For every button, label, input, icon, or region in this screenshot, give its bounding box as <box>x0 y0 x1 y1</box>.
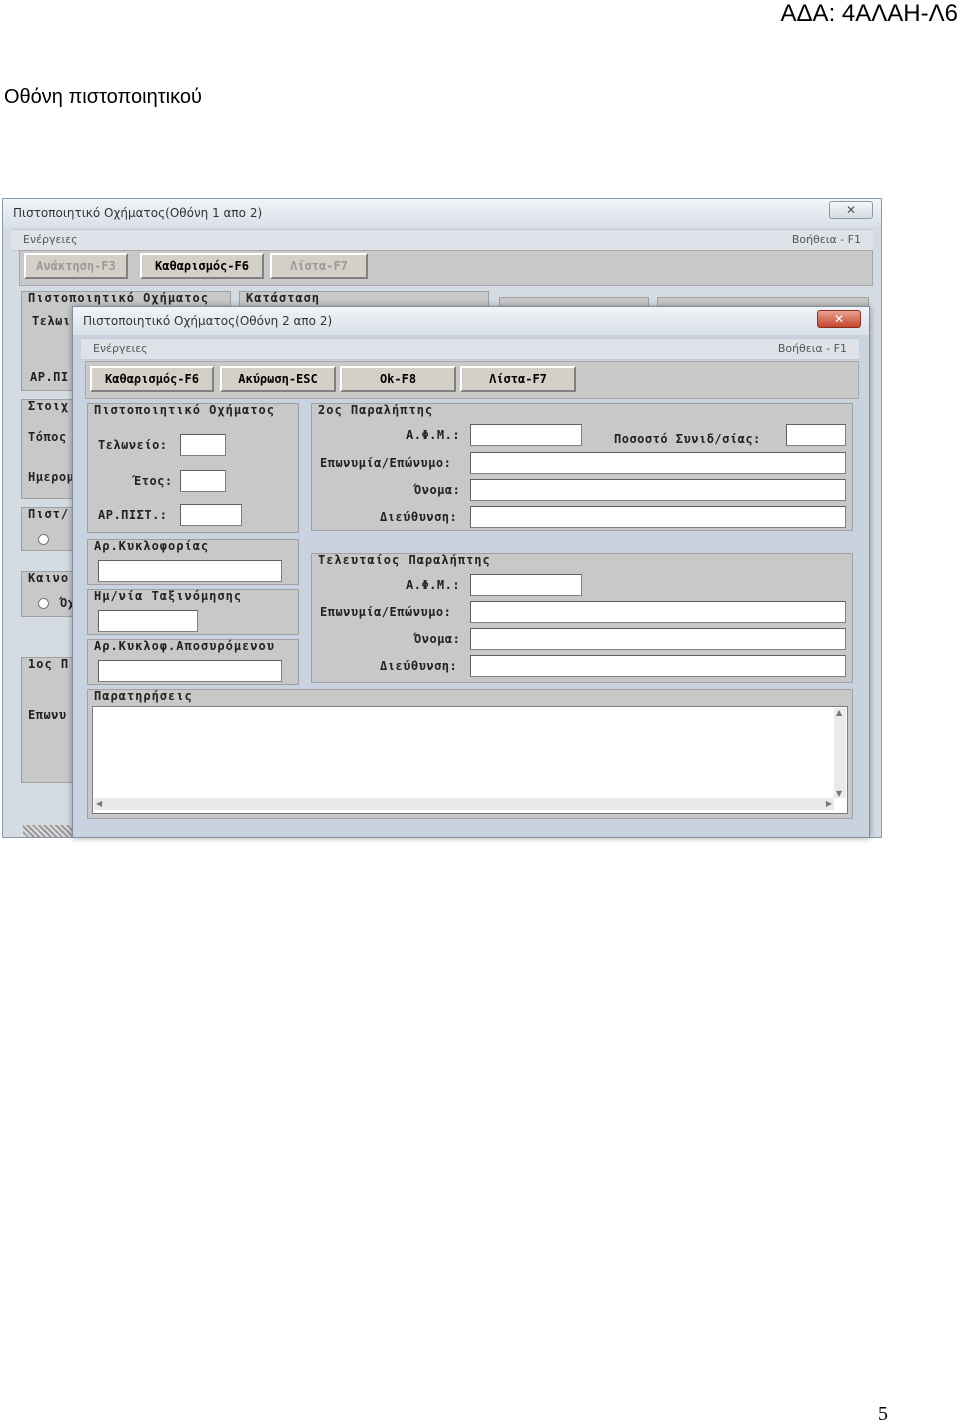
plate-group: Αρ.Κυκλοφορίας <box>87 539 299 585</box>
customs-field[interactable] <box>180 434 226 456</box>
certno-label: ΑΡ.ΠΙΣΤ.: <box>98 508 168 522</box>
scroll-right-arrow-icon[interactable]: ▶ <box>826 799 832 808</box>
back-window-close-icon[interactable]: ✕ <box>829 201 873 219</box>
year-label: Έτος: <box>134 474 173 488</box>
scroll-left-arrow-icon[interactable]: ◀ <box>96 799 102 808</box>
back-pist-title: Πιστ/ <box>28 507 70 521</box>
front-menu-actions[interactable]: Ενέργειες <box>93 342 148 355</box>
second-afm-label: Α.Φ.Μ.: <box>406 428 461 442</box>
back-customs-label: Τελωι <box>32 314 71 328</box>
remarks-title: Παρατηρήσεις <box>94 689 193 703</box>
back-kainou-title: Καινο <box>28 571 70 585</box>
front-window-title: Πιστοποιητικό Οχήματος(Οθόνη 2 απο 2) <box>83 314 333 328</box>
customs-label: Τελωνείο: <box>98 438 168 452</box>
second-address-label: Διεύθυνση: <box>380 510 458 524</box>
remarks-group: Παρατηρήσεις ▲ ▼ ◀ ▶ <box>87 689 853 819</box>
second-name-label: Όνομα: <box>414 483 461 497</box>
last-name-field[interactable] <box>470 628 846 650</box>
caption: Οθόνη πιστοποιητικού <box>4 86 202 108</box>
ok-button[interactable]: Ok-F8 <box>340 366 456 392</box>
plate-field[interactable] <box>98 560 282 582</box>
last-afm-label: Α.Φ.Μ.: <box>406 578 461 592</box>
classdate-group-title: Ημ/νία Ταξινόμησης <box>94 589 243 603</box>
second-address-field[interactable] <box>470 506 846 528</box>
last-address-field[interactable] <box>470 655 846 677</box>
front-window-close-icon[interactable]: ✕ <box>817 310 861 328</box>
last-recipient-group: Τελευταίος Παραλήπτης Α.Φ.Μ.: Επωνυμία/Ε… <box>311 553 853 683</box>
back-cert-group-title: Πιστοποιητικό Οχήματος <box>28 291 209 305</box>
last-surname-label: Επωνυμία/Επώνυμο: <box>320 605 452 619</box>
cert-group-title: Πιστοποιητικό Οχήματος <box>94 403 275 417</box>
second-recipient-title: 2ος Παραλήπτης <box>318 403 434 417</box>
share-label: Ποσοστό Συνιδ/σίας: <box>614 432 761 446</box>
classdate-field[interactable] <box>98 610 198 632</box>
list-button[interactable]: Λίστα-F7 <box>460 366 576 392</box>
back-date-label: Ημερομ <box>28 470 75 484</box>
front-window-titlebar: Πιστοποιητικό Οχήματος(Οθόνη 2 απο 2) ✕ <box>73 307 869 335</box>
back-menubar: Ενέργειες Βοήθεια - F1 <box>11 229 873 251</box>
front-window: Πιστοποιητικό Οχήματος(Οθόνη 2 απο 2) ✕ … <box>72 306 870 838</box>
last-name-label: Όνομα: <box>414 632 461 646</box>
back-certno-label: ΑΡ.ΠΙ <box>30 370 69 384</box>
remarks-horizontal-scrollbar[interactable]: ◀ ▶ <box>94 798 834 810</box>
towed-group: Αρ.Κυκλοφ.Αποσυρόμενου <box>87 639 299 685</box>
last-surname-field[interactable] <box>470 601 846 623</box>
towed-group-title: Αρ.Κυκλοφ.Αποσυρόμενου <box>94 639 275 653</box>
scroll-down-arrow-icon[interactable]: ▼ <box>836 789 842 798</box>
back-menu-help[interactable]: Βοήθεια - F1 <box>792 233 861 246</box>
back-window-title: Πιστοποιητικό Οχήματος(Οθόνη 1 απο 2) <box>13 206 263 220</box>
back-status-group-title: Κατάσταση <box>246 291 321 305</box>
cert-group: Πιστοποιητικό Οχήματος Τελωνείο: Έτος: Α… <box>87 403 299 533</box>
front-menubar: Ενέργειες Βοήθεια - F1 <box>81 338 859 360</box>
year-field[interactable] <box>180 470 226 492</box>
back-radio-1[interactable] <box>38 534 49 545</box>
scroll-up-arrow-icon[interactable]: ▲ <box>836 708 842 717</box>
ada-label: ΑΔΑ: 4ΑΛΑΗ-Λ6 <box>780 0 958 27</box>
remarks-vertical-scrollbar[interactable]: ▲ ▼ <box>834 708 846 798</box>
back-place-label: Τόπος <box>28 430 67 444</box>
back-surname-label: Επωνυ <box>28 708 67 722</box>
back-radio-2[interactable] <box>38 598 49 609</box>
last-recipient-title: Τελευταίος Παραλήπτης <box>318 553 491 567</box>
back-stoix-title: Στοιχ <box>28 399 70 413</box>
back-toolbar: Ανάκτηση-F3 Καθαρισμός-F6 Λίστα-F7 <box>19 250 873 286</box>
clear-button[interactable]: Καθαρισμός-F6 <box>90 366 214 392</box>
cancel-button[interactable]: Ακύρωση-ESC <box>220 366 336 392</box>
share-field[interactable] <box>786 424 846 446</box>
back-window-titlebar: Πιστοποιητικό Οχήματος(Οθόνη 1 απο 2) ✕ <box>3 199 881 227</box>
certno-field[interactable] <box>180 504 242 526</box>
classdate-group: Ημ/νία Ταξινόμησης <box>87 589 299 635</box>
back-menu-actions[interactable]: Ενέργειες <box>23 233 78 246</box>
second-recipient-group: 2ος Παραλήπτης Α.Φ.Μ.: Ποσοστό Συνιδ/σία… <box>311 403 853 531</box>
back-first-title: 1ος Π <box>28 657 70 671</box>
front-menu-help[interactable]: Βοήθεια - F1 <box>778 342 847 355</box>
second-afm-field[interactable] <box>470 424 582 446</box>
plate-group-title: Αρ.Κυκλοφορίας <box>94 539 210 553</box>
second-surname-field[interactable] <box>470 452 846 474</box>
second-name-field[interactable] <box>470 479 846 501</box>
retrieve-button[interactable]: Ανάκτηση-F3 <box>24 253 128 279</box>
last-afm-field[interactable] <box>470 574 582 596</box>
page-number: 5 <box>878 1403 888 1425</box>
back-list-button[interactable]: Λίστα-F7 <box>270 253 368 279</box>
last-address-label: Διεύθυνση: <box>380 659 458 673</box>
front-toolbar: Καθαρισμός-F6 Ακύρωση-ESC Ok-F8 Λίστα-F7 <box>85 361 859 399</box>
second-surname-label: Επωνυμία/Επώνυμο: <box>320 456 452 470</box>
towed-field[interactable] <box>98 660 282 682</box>
back-clear-button[interactable]: Καθαρισμός-F6 <box>140 253 264 279</box>
